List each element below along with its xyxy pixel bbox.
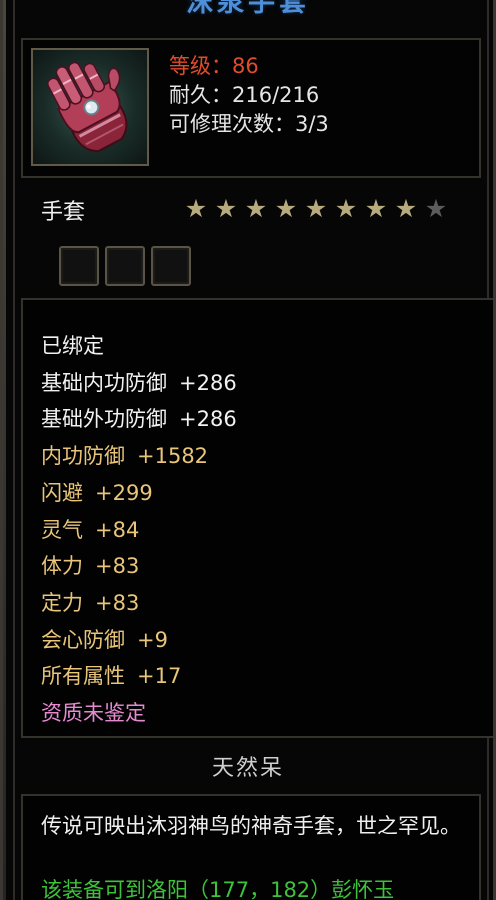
attribute-value: +286 — [179, 407, 237, 432]
description-text: 传说可映出沐羽神鸟的神奇手套，世之罕见。 — [41, 814, 461, 838]
attribute-value: +83 — [95, 590, 140, 615]
attributes-panel: 已绑定基础内功防御 +286 基础外功防御 +286 内功防御 +1582 闪避 +299 灵气… — [21, 298, 493, 738]
attribute-row: 基础内功防御 +286 — [41, 365, 237, 402]
attribute-label: 基础外功防御 — [41, 407, 167, 432]
gem-socket-slot[interactable] — [105, 246, 145, 286]
attribute-label: 资质未鉴定 — [41, 701, 146, 726]
gauntlet-icon-graphic — [46, 61, 128, 153]
attribute-value: +9 — [137, 627, 168, 652]
attribute-value: +83 — [95, 554, 140, 579]
attribute-label: 基础内功防御 — [41, 370, 167, 395]
item-tooltip: 沫泉手套 等级：86 耐久：216/216 可修理次数：3/3 手套 ★ ★ ★… — [0, 0, 496, 900]
attribute-row: 闪避 +299 — [41, 475, 237, 512]
durability-text: 耐久：216/216 — [169, 83, 320, 107]
attribute-row: 内功防御 +1582 — [41, 438, 237, 475]
attribute-row: 定力 +83 — [41, 585, 237, 622]
attribute-label: 闪避 — [41, 480, 83, 505]
star-rating: ★ ★ ★ ★ ★ ★ ★ ★ ★ — [183, 196, 449, 224]
attribute-label: 所有属性 — [41, 664, 125, 689]
attribute-row: 资质未鉴定 — [41, 695, 237, 732]
location-hint: 该装备可到洛阳（177，182）彭怀玉 — [41, 878, 395, 900]
quality-label: 天然呆 — [211, 756, 284, 781]
attribute-row: 会心防御 +9 — [41, 622, 237, 659]
star-filled-icon: ★ — [394, 194, 418, 223]
attribute-value: +299 — [95, 480, 153, 505]
star-filled-icon: ★ — [334, 194, 358, 223]
star-filled-icon: ★ — [274, 194, 298, 223]
repair-count-text: 可修理次数：3/3 — [169, 112, 329, 136]
star-filled-icon: ★ — [214, 194, 238, 223]
gem-sockets — [59, 246, 191, 286]
item-type: 手套 — [41, 200, 86, 225]
star-filled-icon: ★ — [244, 194, 268, 223]
gauntlet-icon[interactable] — [31, 48, 149, 166]
attribute-row: 已绑定 — [41, 328, 237, 365]
star-filled-icon: ★ — [184, 194, 208, 223]
attribute-row: 基础外功防御 +286 — [41, 401, 237, 438]
attribute-value: +84 — [95, 517, 140, 542]
attribute-label: 已绑定 — [41, 334, 104, 358]
item-basic-stats: 等级：86 耐久：216/216 可修理次数：3/3 — [169, 52, 329, 139]
star-filled-icon: ★ — [364, 194, 388, 223]
attribute-value: +1582 — [137, 444, 209, 469]
attribute-value: +286 — [179, 370, 237, 395]
gem-socket-slot[interactable] — [59, 246, 99, 286]
item-header: 等级：86 耐久：216/216 可修理次数：3/3 — [21, 38, 481, 178]
attribute-label: 内功防御 — [41, 444, 125, 469]
description-panel: 传说可映出沐羽神鸟的神奇手套，世之罕见。 该装备可到洛阳（177，182）彭怀玉 — [21, 794, 481, 900]
attribute-value: +17 — [137, 664, 182, 689]
star-empty-icon: ★ — [424, 194, 448, 223]
item-name: 沫泉手套 — [186, 0, 310, 18]
attribute-label: 定力 — [41, 590, 83, 615]
attribute-list: 已绑定基础内功防御 +286 基础外功防御 +286 内功防御 +1582 闪避 +299 灵气… — [41, 328, 237, 732]
star-filled-icon: ★ — [304, 194, 328, 223]
attribute-label: 灵气 — [41, 517, 83, 542]
attribute-row: 体力 +83 — [41, 548, 237, 585]
attribute-row: 灵气 +84 — [41, 512, 237, 549]
attribute-row: 所有属性 +17 — [41, 658, 237, 695]
gem-socket-slot[interactable] — [151, 246, 191, 286]
level-text: 等级：86 — [169, 54, 259, 78]
attribute-label: 体力 — [41, 554, 83, 579]
attribute-label: 会心防御 — [41, 627, 125, 652]
